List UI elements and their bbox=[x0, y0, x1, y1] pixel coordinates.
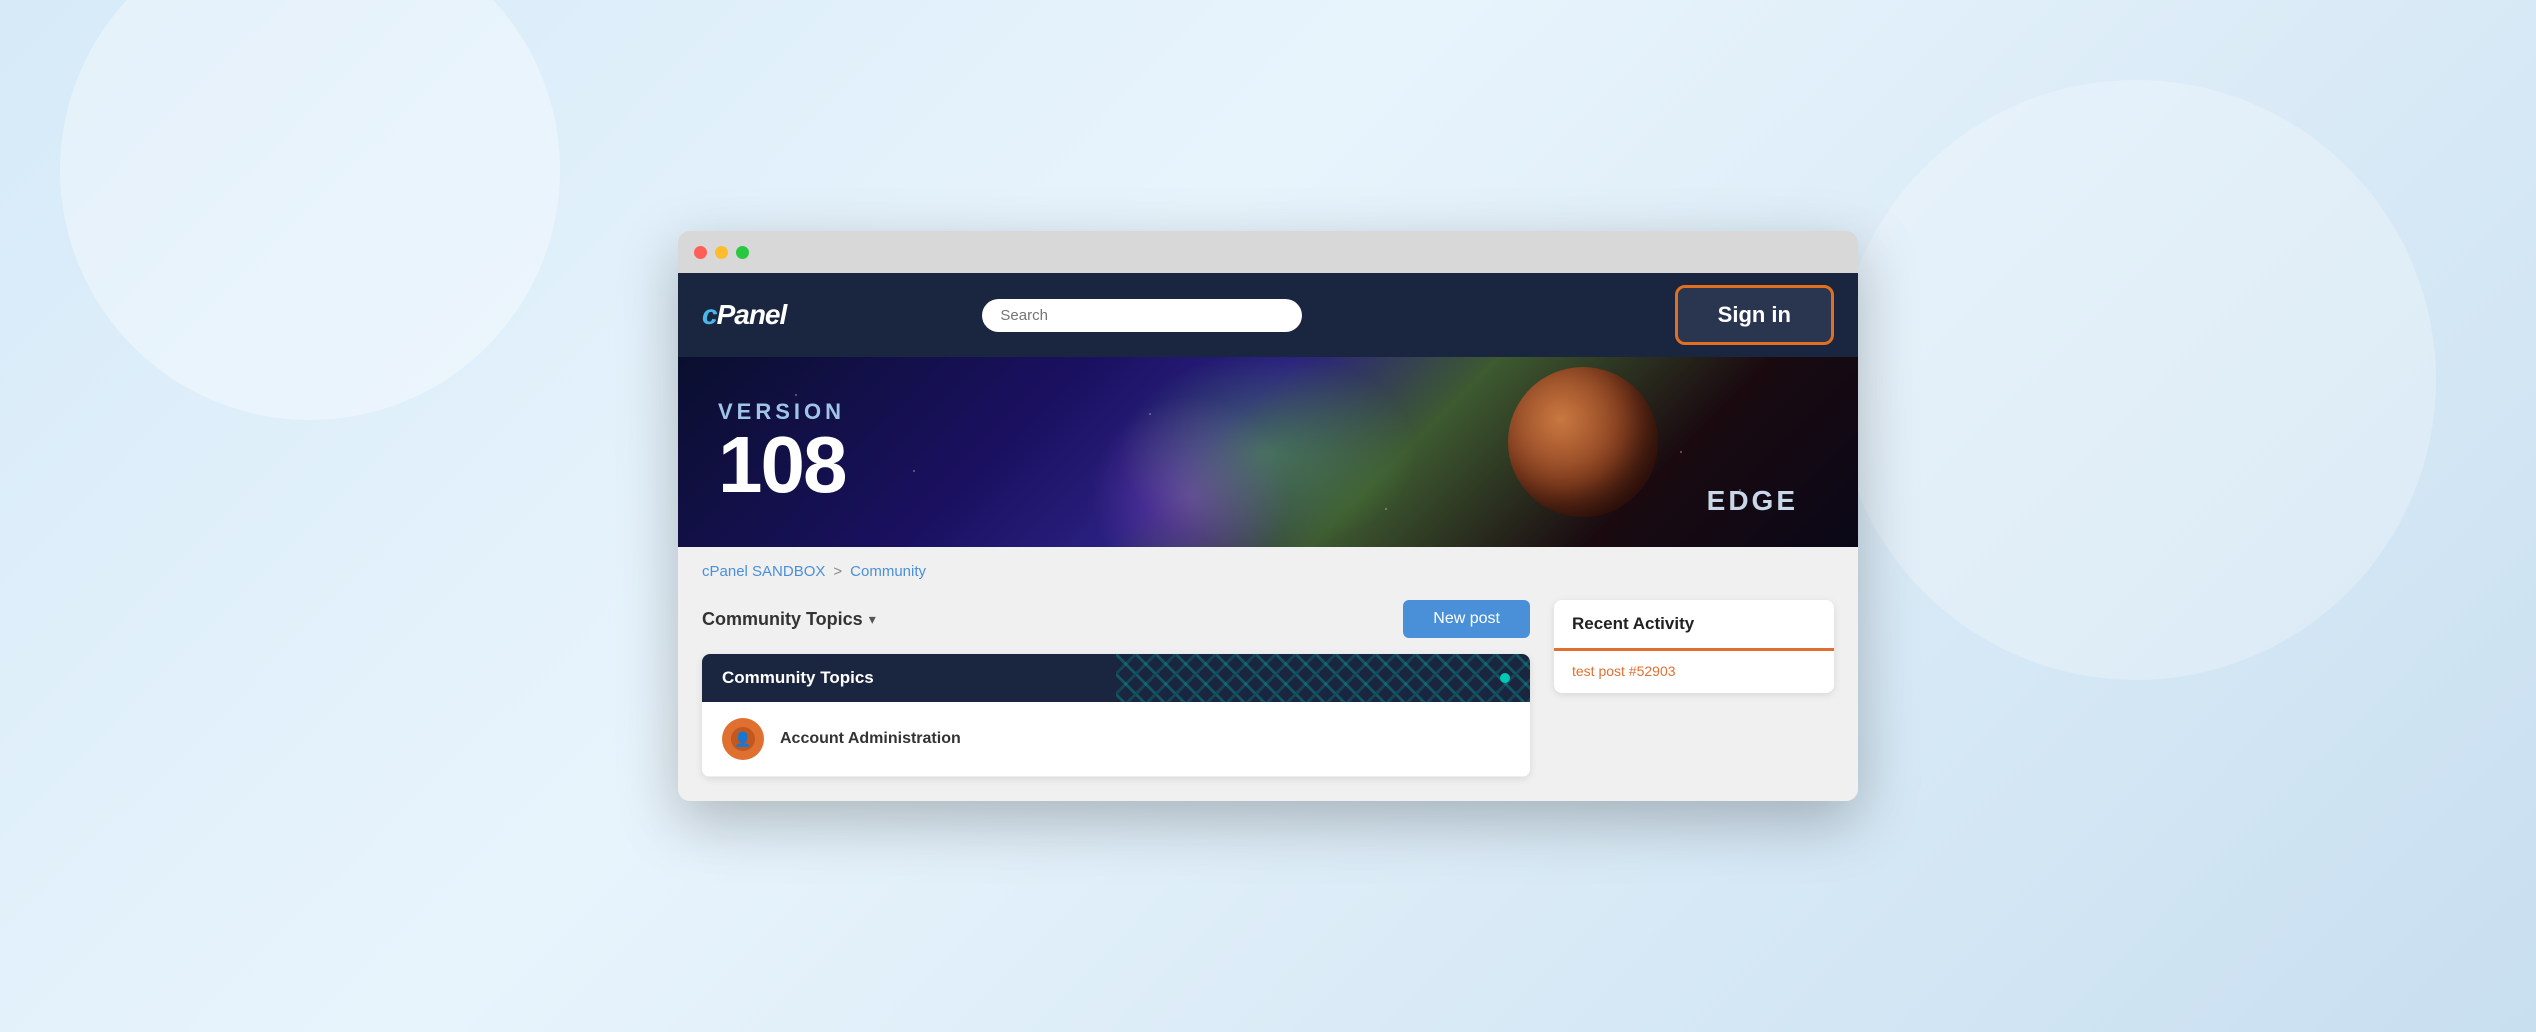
breadcrumb-separator: > bbox=[833, 563, 842, 580]
recent-activity-title: Recent Activity bbox=[1572, 614, 1816, 634]
content-area: cPanel SANDBOX > Community Community Top… bbox=[678, 547, 1858, 801]
right-column: Recent Activity test post #52903 bbox=[1554, 600, 1834, 693]
close-button[interactable] bbox=[694, 246, 707, 259]
maximize-button[interactable] bbox=[736, 246, 749, 259]
topics-dropdown[interactable]: Community Topics ▾ bbox=[702, 609, 876, 630]
topics-card: Community Topics 👤 Account Administratio… bbox=[702, 654, 1530, 777]
topics-card-header: Community Topics bbox=[702, 654, 1530, 702]
topics-card-header-dot bbox=[1500, 673, 1510, 683]
recent-activity-link[interactable]: test post #52903 bbox=[1572, 663, 1676, 679]
topics-header-row: Community Topics ▾ New post bbox=[702, 600, 1530, 638]
left-column: Community Topics ▾ New post Community To… bbox=[702, 600, 1530, 777]
main-layout: Community Topics ▾ New post Community To… bbox=[702, 600, 1834, 777]
topics-card-header-label: Community Topics bbox=[722, 668, 874, 688]
edge-label: EDGE bbox=[1707, 485, 1798, 517]
topics-dropdown-label: Community Topics bbox=[702, 609, 863, 630]
minimize-button[interactable] bbox=[715, 246, 728, 259]
topic-icon-inner: 👤 bbox=[731, 727, 755, 751]
search-bar bbox=[982, 299, 1302, 332]
topic-icon: 👤 bbox=[722, 718, 764, 760]
breadcrumb: cPanel SANDBOX > Community bbox=[702, 563, 1834, 580]
nebula-green bbox=[1118, 357, 1418, 547]
banner: VERSION 108 EDGE bbox=[678, 357, 1858, 547]
cpanel-logo: cPanel bbox=[702, 299, 786, 331]
recent-activity-card: Recent Activity test post #52903 bbox=[1554, 600, 1834, 693]
breadcrumb-root-link[interactable]: cPanel SANDBOX bbox=[702, 563, 825, 580]
banner-text: VERSION 108 bbox=[718, 399, 845, 505]
version-number: 108 bbox=[718, 425, 845, 505]
chevron-down-icon: ▾ bbox=[869, 611, 876, 628]
table-row[interactable]: 👤 Account Administration bbox=[702, 702, 1530, 777]
recent-activity-header: Recent Activity bbox=[1554, 600, 1834, 651]
planet-decoration bbox=[1508, 367, 1658, 517]
person-icon: 👤 bbox=[734, 731, 751, 748]
sign-in-button[interactable]: Sign in bbox=[1675, 285, 1834, 345]
site-header: cPanel Sign in bbox=[678, 273, 1858, 357]
breadcrumb-current: Community bbox=[850, 563, 926, 580]
topic-name: Account Administration bbox=[780, 730, 961, 748]
recent-activity-body: test post #52903 bbox=[1554, 651, 1834, 693]
new-post-button[interactable]: New post bbox=[1403, 600, 1530, 638]
title-bar bbox=[678, 231, 1858, 273]
browser-window: cPanel Sign in VERSION 108 EDGE cPanel S… bbox=[678, 231, 1858, 801]
search-input[interactable] bbox=[982, 299, 1302, 332]
